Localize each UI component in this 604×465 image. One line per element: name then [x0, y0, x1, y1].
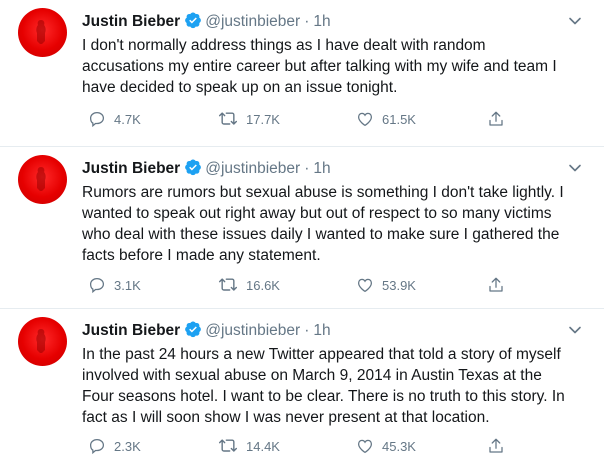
- reply-button[interactable]: 2.3K: [88, 436, 141, 456]
- heart-icon: [357, 112, 373, 127]
- retweet-icon: [218, 439, 238, 452]
- retweet-icon: [218, 112, 238, 125]
- reply-button[interactable]: 3.1K: [88, 275, 141, 295]
- like-button[interactable]: 45.3K: [356, 436, 416, 456]
- reply-count: 2.3K: [114, 438, 141, 454]
- avatar-figure-icon: [36, 329, 46, 353]
- tweet[interactable]: Justin Bieber @justinbieber · 1h In the pas…: [0, 309, 604, 465]
- verified-badge-icon: [185, 321, 202, 338]
- reply-icon: [89, 111, 105, 128]
- share-icon: [489, 277, 503, 292]
- tweet[interactable]: Justin Bieber @justinbieber · 1h I don't no…: [0, 0, 604, 147]
- share-button[interactable]: [487, 275, 505, 295]
- tweet-header: Justin Bieber @justinbieber · 1h: [82, 320, 331, 342]
- handle[interactable]: @justinbieber: [205, 13, 300, 30]
- retweet-count: 14.4K: [246, 438, 280, 454]
- tweet-header: Justin Bieber @justinbieber · 1h: [82, 11, 331, 33]
- tweet[interactable]: Justin Bieber @justinbieber · 1h Rumors are…: [0, 147, 604, 309]
- verified-badge-icon: [185, 159, 202, 176]
- retweet-icon: [218, 278, 238, 291]
- avatar[interactable]: [18, 317, 67, 366]
- like-count: 45.3K: [382, 438, 416, 454]
- tweet-actions: 2.3K 14.4K 45.3K: [82, 436, 512, 456]
- share-button[interactable]: [487, 436, 505, 456]
- heart-icon: [357, 439, 373, 454]
- tweet-text: In the past 24 hours a new Twitter appea…: [82, 346, 565, 426]
- retweet-button[interactable]: 16.6K: [218, 275, 280, 295]
- like-count: 61.5K: [382, 111, 416, 127]
- display-name[interactable]: Justin Bieber: [82, 322, 180, 339]
- tweet-header: Justin Bieber @justinbieber · 1h: [82, 158, 331, 180]
- display-name[interactable]: Justin Bieber: [82, 160, 180, 177]
- avatar[interactable]: [18, 155, 67, 204]
- retweet-count: 16.6K: [246, 277, 280, 293]
- reply-count: 3.1K: [114, 277, 141, 293]
- chevron-down-icon[interactable]: [568, 14, 582, 28]
- tweet-actions: 4.7K 17.7K 61.5K: [82, 109, 512, 129]
- share-icon: [489, 438, 503, 453]
- avatar[interactable]: [18, 8, 67, 57]
- reply-button[interactable]: 4.7K: [88, 109, 141, 129]
- heart-icon: [357, 278, 373, 293]
- tweet-feed: Justin Bieber @justinbieber · 1h I don't no…: [0, 0, 604, 465]
- separator: ·: [304, 13, 310, 30]
- tweet-text: I don't normally address things as I hav…: [82, 37, 557, 96]
- separator: ·: [304, 322, 310, 339]
- chevron-down-icon[interactable]: [568, 323, 582, 337]
- retweet-button[interactable]: 14.4K: [218, 436, 280, 456]
- handle[interactable]: @justinbieber: [205, 160, 300, 177]
- like-button[interactable]: 61.5K: [356, 109, 416, 129]
- timestamp[interactable]: 1h: [313, 322, 330, 339]
- reply-icon: [89, 277, 105, 294]
- separator: ·: [304, 160, 310, 177]
- retweet-count: 17.7K: [246, 111, 280, 127]
- share-button[interactable]: [487, 109, 505, 129]
- like-button[interactable]: 53.9K: [356, 275, 416, 295]
- avatar-figure-icon: [36, 20, 46, 44]
- tweet-text: Rumors are rumors but sexual abuse is so…: [82, 184, 564, 264]
- timestamp[interactable]: 1h: [313, 160, 330, 177]
- retweet-button[interactable]: 17.7K: [218, 109, 280, 129]
- display-name[interactable]: Justin Bieber: [82, 13, 180, 30]
- like-count: 53.9K: [382, 277, 416, 293]
- reply-count: 4.7K: [114, 111, 141, 127]
- handle[interactable]: @justinbieber: [205, 322, 300, 339]
- tweet-actions: 3.1K 16.6K 53.9K: [82, 275, 512, 295]
- share-icon: [489, 111, 503, 126]
- timestamp[interactable]: 1h: [313, 13, 330, 30]
- reply-icon: [89, 438, 105, 455]
- avatar-figure-icon: [36, 167, 46, 191]
- chevron-down-icon[interactable]: [568, 161, 582, 175]
- verified-badge-icon: [185, 12, 202, 29]
